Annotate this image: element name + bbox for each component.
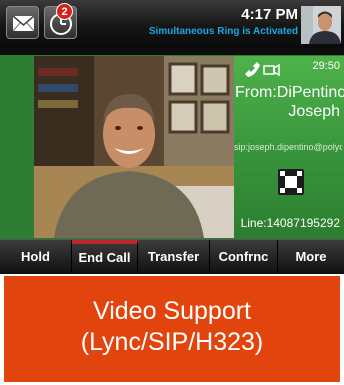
clock-time: 4:17 PM: [241, 6, 298, 23]
missed-calls-badge: 2: [56, 3, 73, 20]
fullscreen-icon[interactable]: [278, 169, 304, 195]
line-number: Line:14087195292: [240, 216, 340, 230]
banner-text: Video Support (Lync/SIP/H323): [4, 296, 340, 358]
caller-name-line2: Joseph: [288, 103, 340, 120]
self-view-image: [301, 6, 341, 44]
self-view-video[interactable]: [301, 6, 341, 44]
call-info-panel: 29:50 From:DiPentino, Joseph sip:joseph.…: [234, 56, 344, 238]
more-button[interactable]: More: [278, 240, 344, 273]
banner-subtitle: (Lync/SIP/H323): [80, 328, 264, 356]
phone-screen: 2 4:17 PM Simultaneous Ring is Activated: [0, 0, 344, 274]
caller-sip-address: sip:joseph.dipentino@polyco...: [234, 142, 342, 152]
feature-banner: Video Support (Lync/SIP/H323): [4, 276, 340, 382]
call-duration: 29:50: [312, 60, 340, 72]
remote-video[interactable]: [34, 56, 234, 238]
transfer-button[interactable]: Transfer: [138, 240, 210, 273]
status-message: Simultaneous Ring is Activated: [148, 26, 298, 37]
end-call-button[interactable]: End Call: [72, 240, 138, 273]
softkey-bar: Hold End Call Transfer Confrnc More: [0, 239, 344, 273]
banner-title: Video Support: [93, 297, 251, 325]
handset-icon: [245, 62, 260, 77]
envelope-icon: [12, 15, 35, 32]
status-bar: 2 4:17 PM Simultaneous Ring is Activated: [0, 0, 344, 48]
call-status-icons: [245, 62, 280, 77]
messages-button[interactable]: [6, 6, 39, 39]
hold-button[interactable]: Hold: [0, 240, 72, 273]
conference-button[interactable]: Confrnc: [210, 240, 278, 273]
caller-name: From:DiPentino, Joseph: [235, 83, 344, 121]
remote-video-image: [34, 56, 234, 238]
caller-name-line1: From:DiPentino,: [235, 84, 344, 101]
video-camera-icon: [263, 63, 280, 77]
